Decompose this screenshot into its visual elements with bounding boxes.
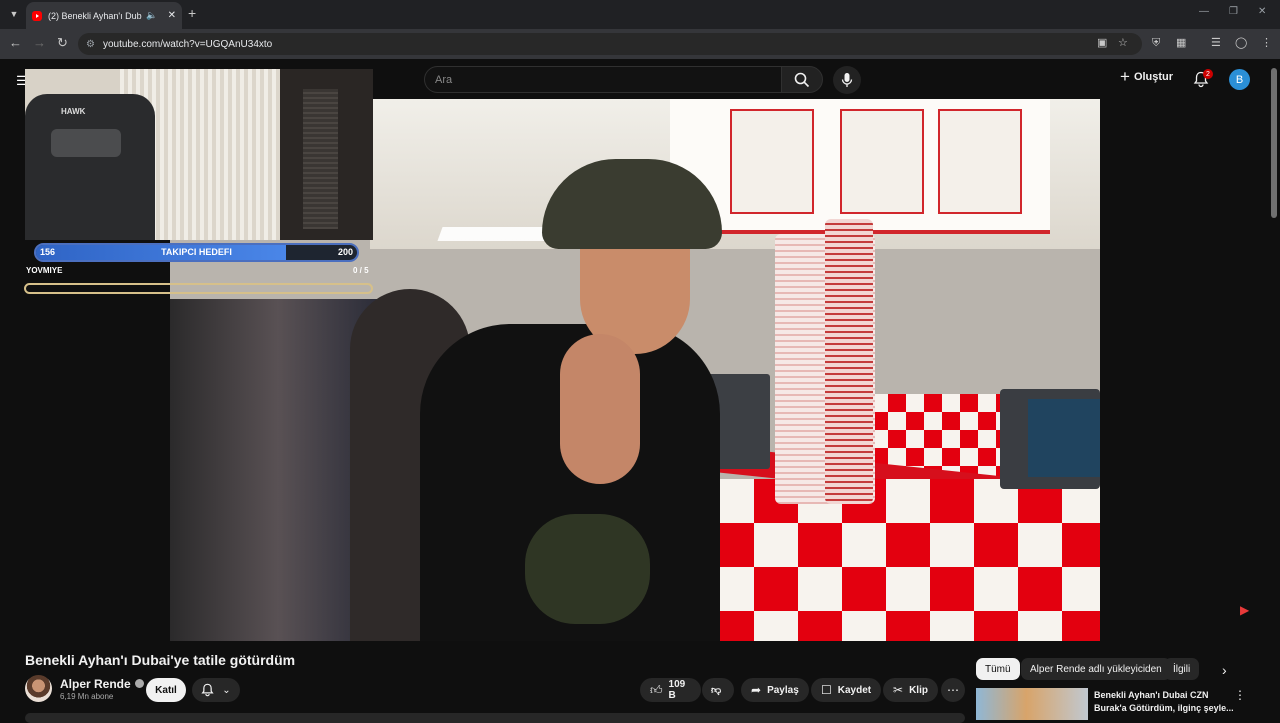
video-scene-counter	[710, 479, 1100, 641]
browser-tab-bar: ▼ (2) Benekli Ayhan'ı Dubai'ye 🔈 ✕ + — ❐…	[0, 0, 1280, 29]
tab-title: (2) Benekli Ayhan'ı Dubai'ye	[48, 10, 142, 21]
webcam-chair-pillow	[51, 129, 121, 157]
install-app-icon[interactable]: ▣	[1097, 37, 1107, 49]
recommended-more-icon[interactable]: ⋮	[1234, 688, 1246, 702]
video-title: Benekli Ayhan'ı Dubai'ye tatile götürdüm	[25, 652, 296, 668]
browser-tab[interactable]: (2) Benekli Ayhan'ı Dubai'ye 🔈 ✕	[26, 2, 182, 29]
back-icon[interactable]: ←	[9, 36, 22, 50]
video-scene-menu-board	[670, 99, 1050, 234]
youtube-favicon-icon	[32, 10, 42, 21]
voice-search-button[interactable]	[833, 66, 861, 94]
channel-name-text: Alper Rende	[60, 677, 131, 691]
recommended-title[interactable]: Benekli Ayhan'ı Dubai CZN Burak'a Götürd…	[1094, 689, 1234, 715]
like-count: 109 B	[668, 679, 686, 701]
video-scene-bag	[525, 514, 650, 624]
channel-name[interactable]: Alper Rende	[60, 677, 144, 691]
video-scene-cups-red	[825, 219, 873, 504]
video-corner-logo-icon: ▶	[1240, 603, 1250, 617]
share-button[interactable]: ➦ Paylaş	[741, 678, 809, 702]
extensions-puzzle-icon[interactable]: ▦	[1176, 37, 1186, 49]
shield-extension-icon[interactable]: ⛨	[1152, 37, 1160, 49]
chevron-down-icon: ⌄	[222, 684, 231, 696]
thumbs-up-icon: 👍︎	[650, 682, 663, 697]
save-button[interactable]: ☐ Kaydet	[811, 678, 882, 702]
account-avatar[interactable]: B	[1229, 69, 1250, 90]
video-scene-screen	[1028, 399, 1100, 477]
microphone-icon	[841, 73, 853, 87]
restore-icon[interactable]: ❐	[1229, 6, 1238, 17]
follower-target: 200	[337, 247, 353, 257]
search-icon	[794, 72, 810, 87]
description-box[interactable]	[25, 713, 965, 723]
like-button[interactable]: 👍︎ 109 B	[640, 678, 701, 702]
chip-all[interactable]: Tümü	[976, 658, 1020, 680]
yovmiye-count: 0 / 5	[353, 266, 369, 275]
reload-icon[interactable]: ↻	[57, 36, 68, 50]
url-text: youtube.com/watch?v=UGQAnU34xto	[102, 38, 273, 50]
webcam-door-panel	[303, 89, 338, 229]
recommended-thumbnail[interactable]	[976, 688, 1088, 720]
scissors-icon: ✂	[893, 683, 904, 697]
search-input[interactable]: Ara	[424, 66, 782, 93]
join-button[interactable]: Katıl	[146, 678, 186, 702]
webcam-gaming-chair	[25, 94, 155, 240]
page-scrollbar[interactable]	[1271, 68, 1277, 218]
clip-label: Klip	[909, 684, 928, 696]
share-label: Paylaş	[767, 684, 799, 696]
create-label: Oluştur	[1133, 71, 1174, 83]
clip-button[interactable]: ✂ Klip	[883, 678, 938, 702]
yovmiye-label: YOVMIYE	[26, 266, 63, 275]
address-bar[interactable]: ⚙ youtube.com/watch?v=UGQAnU34xto	[78, 33, 1142, 55]
close-tab-icon[interactable]: ✕	[168, 10, 176, 21]
thumbs-down-icon: 👎︎	[711, 685, 722, 696]
close-window-icon[interactable]: ✕	[1258, 6, 1266, 17]
more-actions-button[interactable]: ⋯	[941, 678, 965, 702]
bookmark-icon: ☐	[821, 683, 832, 697]
follower-goal-label: TAKIPCI HEDEFI	[161, 247, 232, 257]
media-control-icon[interactable]: ☰	[1211, 37, 1221, 49]
bookmark-star-icon[interactable]: ☆	[1118, 37, 1128, 49]
chair-logo: HAWK	[61, 107, 86, 116]
more-horizontal-icon: ⋯	[947, 683, 959, 697]
yovmiye-progress-bar	[24, 283, 373, 294]
follower-goal-bar: TAKIPCI HEDEFI 156 200	[34, 243, 359, 262]
chip-related[interactable]: İlgili	[1164, 658, 1200, 680]
browser-menu-icon[interactable]: ⋮	[1261, 37, 1272, 49]
subscription-bell-button[interactable]: ⌄	[192, 678, 240, 702]
subscriber-count: 6,19 Mn abone	[60, 692, 114, 701]
speaker-icon[interactable]: 🔈	[146, 10, 157, 21]
channel-avatar[interactable]	[25, 675, 52, 702]
site-info-icon[interactable]: ⚙	[86, 39, 95, 50]
notification-badge: 2	[1203, 69, 1213, 79]
video-scene-hand	[560, 334, 640, 484]
chip-from-uploader[interactable]: Alper Rende adlı yükleyiciden	[1021, 658, 1171, 680]
verified-check-icon	[134, 679, 144, 688]
save-label: Kaydet	[837, 684, 872, 696]
profile-icon[interactable]: ◯	[1235, 37, 1247, 49]
create-button[interactable]: + Oluştur	[1120, 67, 1174, 86]
new-tab-icon[interactable]: +	[188, 6, 196, 20]
subscribed-bell-icon	[201, 683, 214, 697]
search-placeholder: Ara	[435, 73, 453, 86]
search-button[interactable]	[781, 66, 823, 93]
plus-icon: +	[1120, 67, 1130, 86]
dislike-button[interactable]: 👎︎	[702, 678, 734, 702]
forward-icon[interactable]: →	[33, 36, 46, 50]
follower-current: 156	[40, 247, 56, 257]
webcam-overlay: HAWK	[25, 69, 373, 240]
share-arrow-icon: ➦	[751, 683, 762, 697]
chevron-right-icon[interactable]: ›	[1222, 662, 1227, 678]
minimize-icon[interactable]: —	[1199, 6, 1209, 17]
tab-search-chevron-icon[interactable]: ▼	[6, 6, 22, 22]
